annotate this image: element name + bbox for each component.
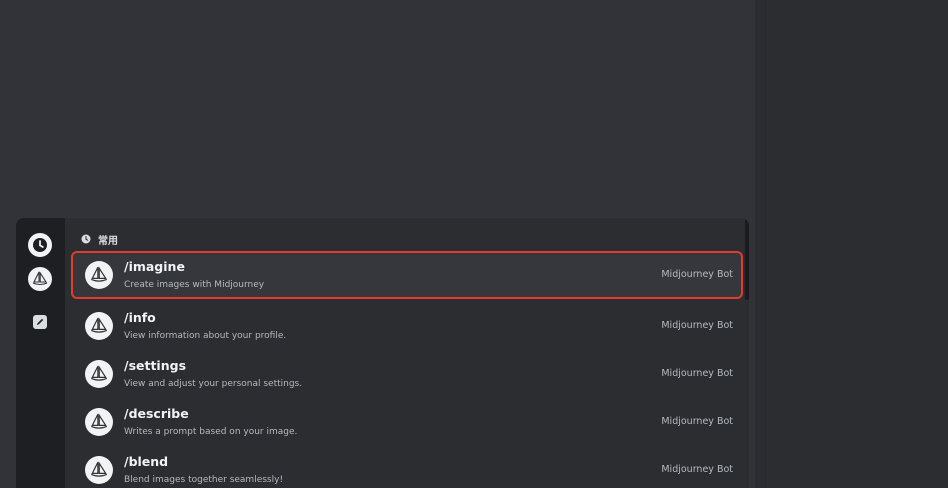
command-autocomplete-popup: 常用 /imagine Create images with Midjourne… (16, 218, 749, 488)
command-bot-name: Midjourney Bot (661, 320, 733, 331)
clock-icon (28, 233, 52, 257)
midjourney-bot-avatar (85, 456, 113, 484)
command-item-describe[interactable]: /describe Writes a prompt based on your … (73, 400, 741, 444)
midjourney-boat-icon (90, 266, 108, 282)
midjourney-bot-avatar (85, 360, 113, 388)
edit-commands-button[interactable] (28, 310, 52, 334)
clock-icon (81, 234, 91, 244)
command-name: /info (124, 310, 156, 325)
command-description: Create images with Midjourney (124, 280, 265, 290)
midjourney-bot-avatar (85, 408, 113, 436)
command-description: View and adjust your personal settings. (124, 379, 303, 389)
section-header-frequent: 常用 (81, 232, 118, 247)
midjourney-boat-icon (90, 365, 108, 381)
command-description: Writes a prompt based on your image. (124, 427, 298, 437)
command-bot-name: Midjourney Bot (661, 416, 733, 427)
command-bot-name: Midjourney Bot (661, 269, 733, 280)
command-item-settings[interactable]: /settings View and adjust your personal … (73, 352, 741, 396)
command-category-rail (16, 218, 65, 488)
command-name: /imagine (124, 259, 185, 274)
midjourney-bot-avatar (85, 261, 113, 289)
midjourney-bot-filter-button[interactable] (28, 267, 52, 291)
command-bot-name: Midjourney Bot (661, 368, 733, 379)
command-description: Blend images together seamlessly! (124, 475, 284, 485)
right-side-panel (765, 0, 948, 488)
midjourney-boat-icon (28, 267, 52, 291)
panel-divider[interactable] (755, 0, 765, 488)
recent-commands-button[interactable] (28, 233, 52, 257)
command-item-info[interactable]: /info View information about your profil… (73, 304, 741, 348)
midjourney-bot-avatar (85, 312, 113, 340)
midjourney-boat-icon (90, 413, 108, 429)
command-list: 常用 /imagine Create images with Midjourne… (65, 218, 745, 488)
section-title: 常用 (98, 235, 118, 247)
command-name: /describe (124, 406, 189, 421)
command-description: View information about your profile. (124, 331, 287, 341)
command-bot-name: Midjourney Bot (661, 464, 733, 475)
midjourney-boat-icon (90, 317, 108, 333)
discord-window: 常用 /imagine Create images with Midjourne… (0, 0, 948, 488)
command-list-scrollbar[interactable] (745, 218, 749, 300)
midjourney-boat-icon (90, 461, 108, 477)
command-name: /blend (124, 454, 169, 469)
command-name: /settings (124, 358, 187, 373)
pencil-icon (33, 315, 47, 329)
command-item-imagine[interactable]: /imagine Create images with Midjourney M… (73, 253, 741, 297)
command-item-blend[interactable]: /blend Blend images together seamlessly!… (73, 448, 741, 488)
